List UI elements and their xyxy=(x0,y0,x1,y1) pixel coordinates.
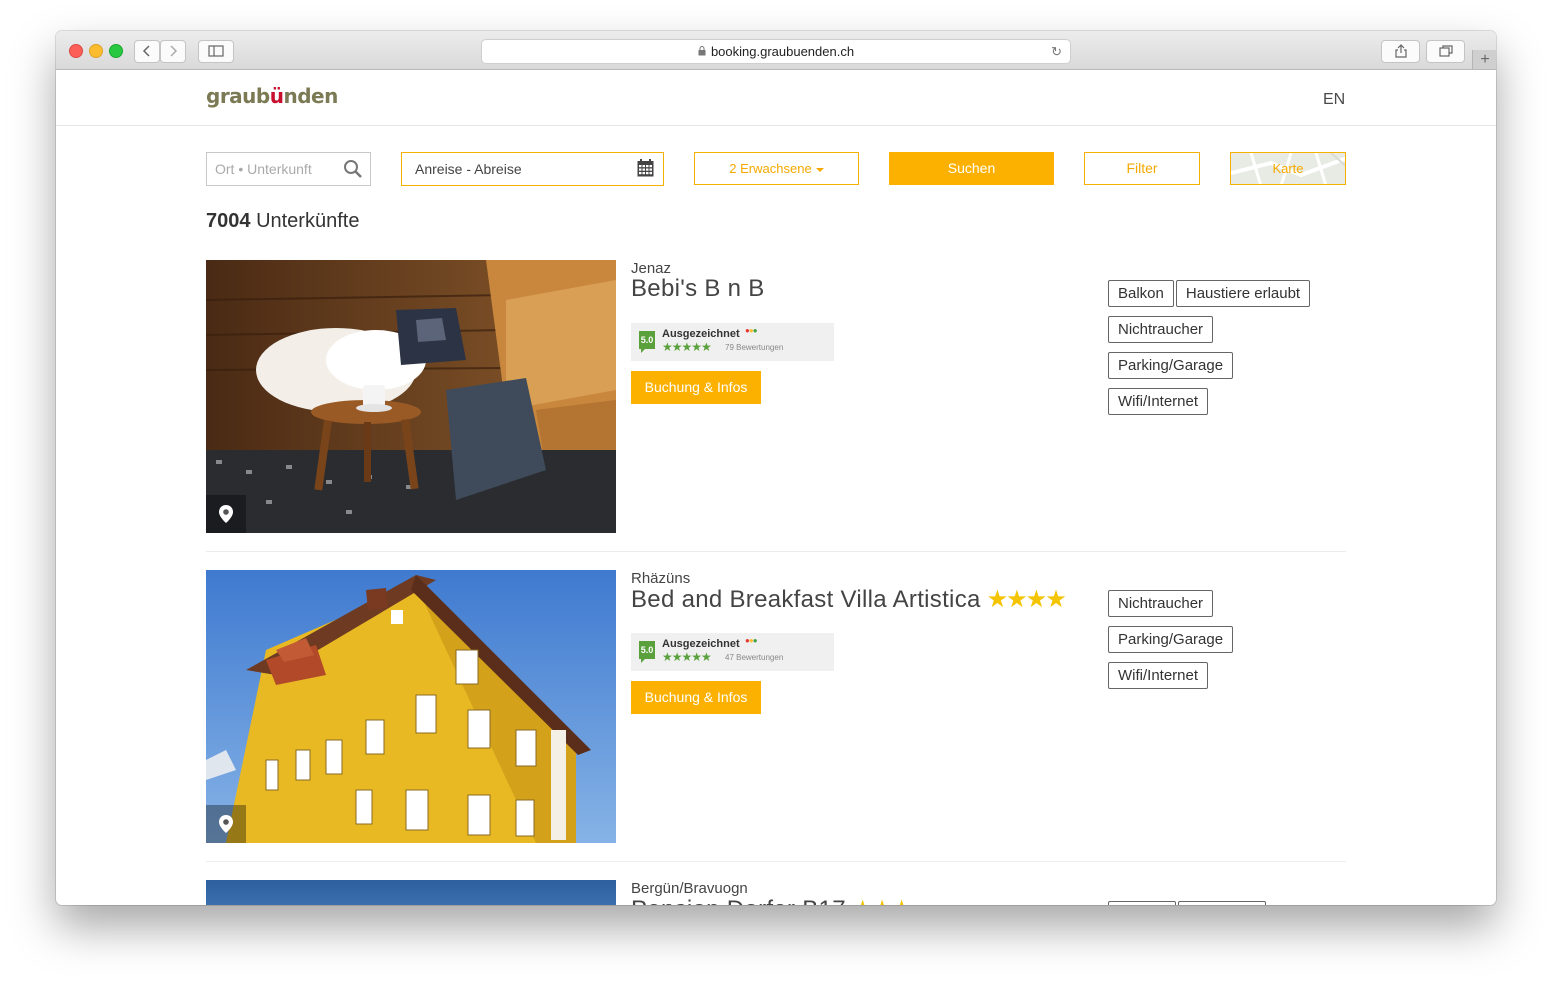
browser-toolbar: booking.graubuenden.ch ↻ + xyxy=(56,31,1496,70)
review-stars-icon: ★★★★★ xyxy=(662,650,712,664)
listing-photo[interactable] xyxy=(206,260,616,533)
listing-name-text: Bed and Breakfast Villa Artistica xyxy=(631,586,981,613)
review-dots-icon: ●●● xyxy=(745,636,757,645)
amenity-tag: Wifi/Internet xyxy=(1108,388,1209,415)
booking-info-button[interactable]: Buchung & Infos xyxy=(631,681,761,714)
amenity-tag: Balkon xyxy=(1108,280,1174,307)
logo-text-left: graub xyxy=(206,84,270,108)
logo-text-right: nden xyxy=(283,84,338,108)
listing-name[interactable]: Bed and Breakfast Villa Artistica ★★★★ xyxy=(631,585,1067,614)
date-range-input[interactable]: Anreise - Abreise xyxy=(401,152,664,186)
url-text: booking.graubuenden.ch xyxy=(710,44,855,59)
share-button[interactable] xyxy=(1381,40,1420,63)
review-score: 5.0 xyxy=(639,641,655,663)
tabs-overview-button[interactable] xyxy=(1426,40,1465,63)
map-label: Karte xyxy=(1272,161,1304,176)
site-header: graubünden EN xyxy=(56,70,1496,126)
minimize-window-button[interactable] xyxy=(89,44,103,58)
amenity-tag xyxy=(1178,901,1266,905)
listing-name[interactable]: Bebi's B n B xyxy=(631,275,771,303)
results-count: 7004 Unterkünfte xyxy=(206,210,359,233)
amenity-tag: Parking/Garage xyxy=(1108,352,1234,379)
review-label: Ausgezeichnet xyxy=(662,328,740,340)
chevron-left-icon xyxy=(142,45,150,57)
review-badge[interactable]: 5.0 Ausgezeichnet ●●● ★★★★★ 79 Bewertung… xyxy=(631,323,834,361)
sidebar-icon xyxy=(208,45,224,57)
map-pin-icon[interactable] xyxy=(206,805,246,843)
amenity-list: Balkon Haustiere erlaubt Nichtraucher Par… xyxy=(1108,280,1348,424)
review-stars-icon: ★★★★★ xyxy=(662,340,712,354)
amenity-tag: Parking/Garage xyxy=(1108,626,1234,653)
guests-label: 2 Erwachsene xyxy=(729,161,812,176)
address-bar[interactable]: booking.graubuenden.ch ↻ xyxy=(481,39,1071,64)
listing-name-text: Bebi's B n B xyxy=(631,275,765,302)
listing-image xyxy=(206,260,616,533)
amenity-tag: Nichtraucher xyxy=(1108,316,1214,343)
amenity-tag: Haustiere erlaubt xyxy=(1175,280,1311,307)
new-tab-button[interactable]: + xyxy=(1472,50,1496,69)
amenity-tag: Nichtraucher xyxy=(1108,590,1214,617)
caret-down-icon xyxy=(815,167,824,172)
star-rating: ★★★★ xyxy=(986,586,1067,613)
sidebar-toggle-button[interactable] xyxy=(198,40,234,63)
zoom-window-button[interactable] xyxy=(109,44,123,58)
lock-icon xyxy=(698,46,706,56)
review-count: 47 Bewertungen xyxy=(725,653,784,662)
booking-info-button[interactable]: Buchung & Infos xyxy=(631,371,761,404)
guests-dropdown[interactable]: 2 Erwachsene xyxy=(694,152,859,185)
map-button[interactable]: Karte xyxy=(1230,152,1346,185)
listing-name-text: Pension Dorfer B17 xyxy=(631,896,846,905)
calendar-icon xyxy=(637,159,654,177)
chevron-right-icon xyxy=(170,45,178,57)
review-dots-icon: ●●● xyxy=(745,326,757,335)
results-number: 7004 xyxy=(206,210,251,232)
listing-card: Jenaz Bebi's B n B 5.0 Ausgezeichnet ●●●… xyxy=(206,260,1346,550)
review-label: Ausgezeichnet xyxy=(662,638,740,650)
forward-button[interactable] xyxy=(160,40,186,63)
divider xyxy=(206,551,1346,552)
graubuenden-logo[interactable]: graubünden xyxy=(206,84,338,108)
dates-placeholder: Anreise - Abreise xyxy=(415,161,522,177)
amenity-list: Nichtraucher Parking/Garage Wifi/Interne… xyxy=(1108,590,1348,698)
search-icon xyxy=(344,160,362,178)
review-score: 5.0 xyxy=(639,331,655,353)
share-icon xyxy=(1394,44,1407,58)
filter-button[interactable]: Filter xyxy=(1084,152,1200,185)
star-rating: ★★★ xyxy=(852,896,913,905)
listing-card: Rhäzüns Bed and Breakfast Villa Artistic… xyxy=(206,570,1346,860)
listing-photo[interactable] xyxy=(206,880,616,905)
amenity-list xyxy=(1108,901,1346,905)
search-button[interactable]: Suchen xyxy=(889,152,1054,185)
listing-name[interactable]: Pension Dorfer B17 ★★★ xyxy=(631,895,913,905)
amenity-tag: Wifi/Internet xyxy=(1108,662,1209,689)
reload-icon[interactable]: ↻ xyxy=(1051,40,1062,63)
back-button[interactable] xyxy=(134,40,160,63)
review-badge[interactable]: 5.0 Ausgezeichnet ●●● ★★★★★ 47 Bewertung… xyxy=(631,633,834,671)
results-label: Unterkünfte xyxy=(256,210,360,232)
location-search-input[interactable]: Ort • Unterkunft xyxy=(206,152,371,186)
listing-card: Bergün/Bravuogn Pension Dorfer B17★★★ xyxy=(206,880,1346,905)
logo-accent: ü xyxy=(269,84,284,108)
close-window-button[interactable] xyxy=(69,44,83,58)
language-switch[interactable]: EN xyxy=(1323,91,1345,109)
browser-window: booking.graubuenden.ch ↻ + graubünden EN… xyxy=(56,31,1496,905)
listing-image xyxy=(206,570,616,843)
amenity-tag xyxy=(1108,901,1176,905)
review-count: 79 Bewertungen xyxy=(725,343,784,352)
map-pin-icon[interactable] xyxy=(206,495,246,533)
divider xyxy=(206,861,1346,862)
listing-photo[interactable] xyxy=(206,570,616,843)
tabs-icon xyxy=(1438,45,1453,57)
location-placeholder: Ort • Unterkunft xyxy=(215,161,312,177)
